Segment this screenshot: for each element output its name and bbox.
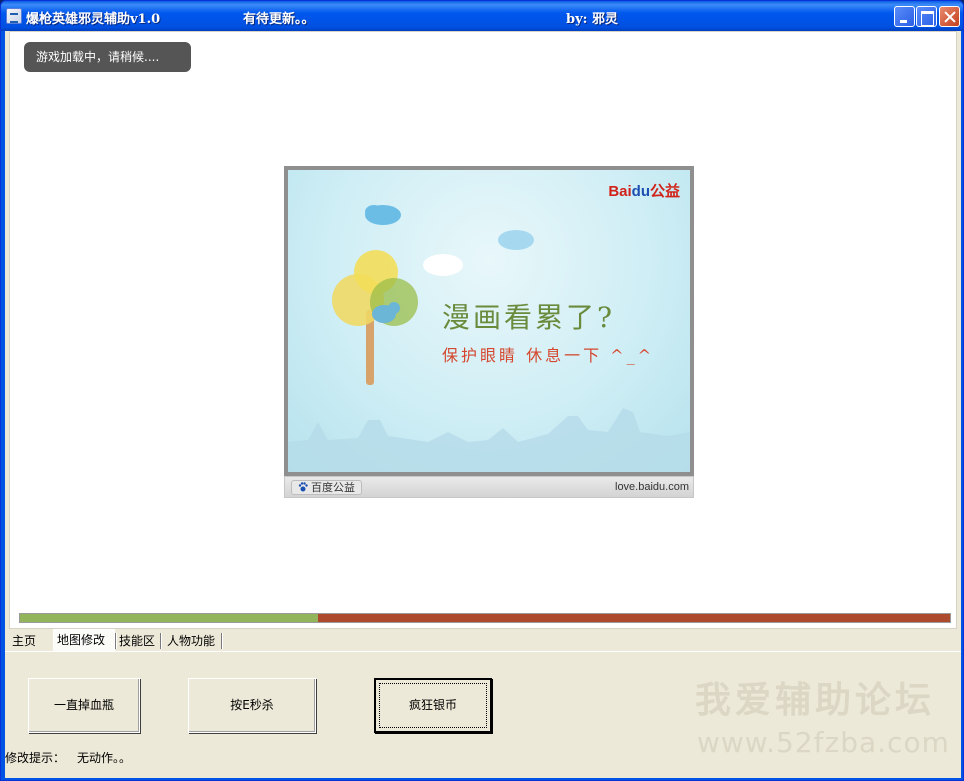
tab-skills[interactable]: 技能区 bbox=[116, 631, 161, 651]
minimize-icon[interactable] bbox=[894, 6, 915, 27]
ad-image-frame: Baidu公益 漫画看累了? 保护眼睛 休息一下 ^_^ bbox=[284, 166, 694, 476]
app-icon bbox=[6, 8, 22, 24]
drop-potion-button[interactable]: 一直掉血瓶 bbox=[28, 678, 140, 733]
game-browser-panel[interactable]: 游戏加载中，请稍候.... Baidu公益 漫画看累了? 保护眼睛 休息一下 ^… bbox=[9, 31, 957, 629]
loading-progress-bar bbox=[19, 613, 951, 623]
baidu-logo: Baidu公益 bbox=[608, 183, 680, 200]
title-bar[interactable]: 爆枪英雄邪灵辅助v1.0 有待更新。。 by: 邪灵 bbox=[1, 1, 963, 31]
tab-map-mod[interactable]: 地图修改 bbox=[53, 629, 115, 651]
update-note: 有待更新。。 bbox=[243, 12, 315, 27]
tab-separator bbox=[221, 633, 222, 649]
status-value: 无动作。。 bbox=[77, 751, 132, 765]
paw-icon bbox=[298, 482, 308, 492]
window-title: 爆枪英雄邪灵辅助v1.0 bbox=[26, 12, 161, 27]
ad-footer: 百度公益 love.baidu.com bbox=[284, 476, 694, 498]
tree-bird-illustration bbox=[332, 250, 418, 385]
tab-separator bbox=[160, 633, 161, 649]
forum-watermark-url: www.52fzba.com bbox=[697, 726, 950, 759]
tab-underline bbox=[5, 651, 961, 652]
forum-watermark: 我爱辅助论坛 bbox=[695, 680, 936, 721]
ad-subline: 保护眼睛 休息一下 ^_^ bbox=[442, 346, 654, 365]
baidu-ad-banner[interactable]: Baidu公益 漫画看累了? 保护眼睛 休息一下 ^_^ 百度公益 love.b… bbox=[284, 166, 694, 498]
loading-toast: 游戏加载中，请稍候.... bbox=[24, 42, 191, 72]
ad-link[interactable]: love.baidu.com bbox=[615, 481, 689, 493]
close-icon[interactable] bbox=[939, 6, 960, 27]
progress-fill bbox=[20, 614, 318, 622]
crazy-coins-button[interactable]: 疯狂银币 bbox=[374, 678, 492, 733]
tab-character[interactable]: 人物功能 bbox=[164, 631, 224, 651]
city-skyline-illustration bbox=[288, 408, 690, 472]
instant-kill-button[interactable]: 按E秒杀 bbox=[188, 678, 316, 733]
baidu-charity-badge[interactable]: 百度公益 bbox=[291, 480, 362, 495]
maximize-icon[interactable] bbox=[916, 6, 937, 27]
status-line: 修改提示： 无动作。。 bbox=[5, 749, 131, 766]
tab-strip: 主页 地图修改 技能区 人物功能 bbox=[5, 629, 961, 651]
tab-home[interactable]: 主页 bbox=[9, 631, 51, 651]
author-credit: by: 邪灵 bbox=[566, 12, 618, 27]
app-window: 爆枪英雄邪灵辅助v1.0 有待更新。。 by: 邪灵 游戏加载中，请稍候.... bbox=[0, 0, 964, 781]
status-label: 修改提示： bbox=[5, 751, 66, 765]
client-area: 游戏加载中，请稍候.... Baidu公益 漫画看累了? 保护眼睛 休息一下 ^… bbox=[5, 31, 961, 778]
ad-headline: 漫画看累了? bbox=[442, 301, 616, 334]
